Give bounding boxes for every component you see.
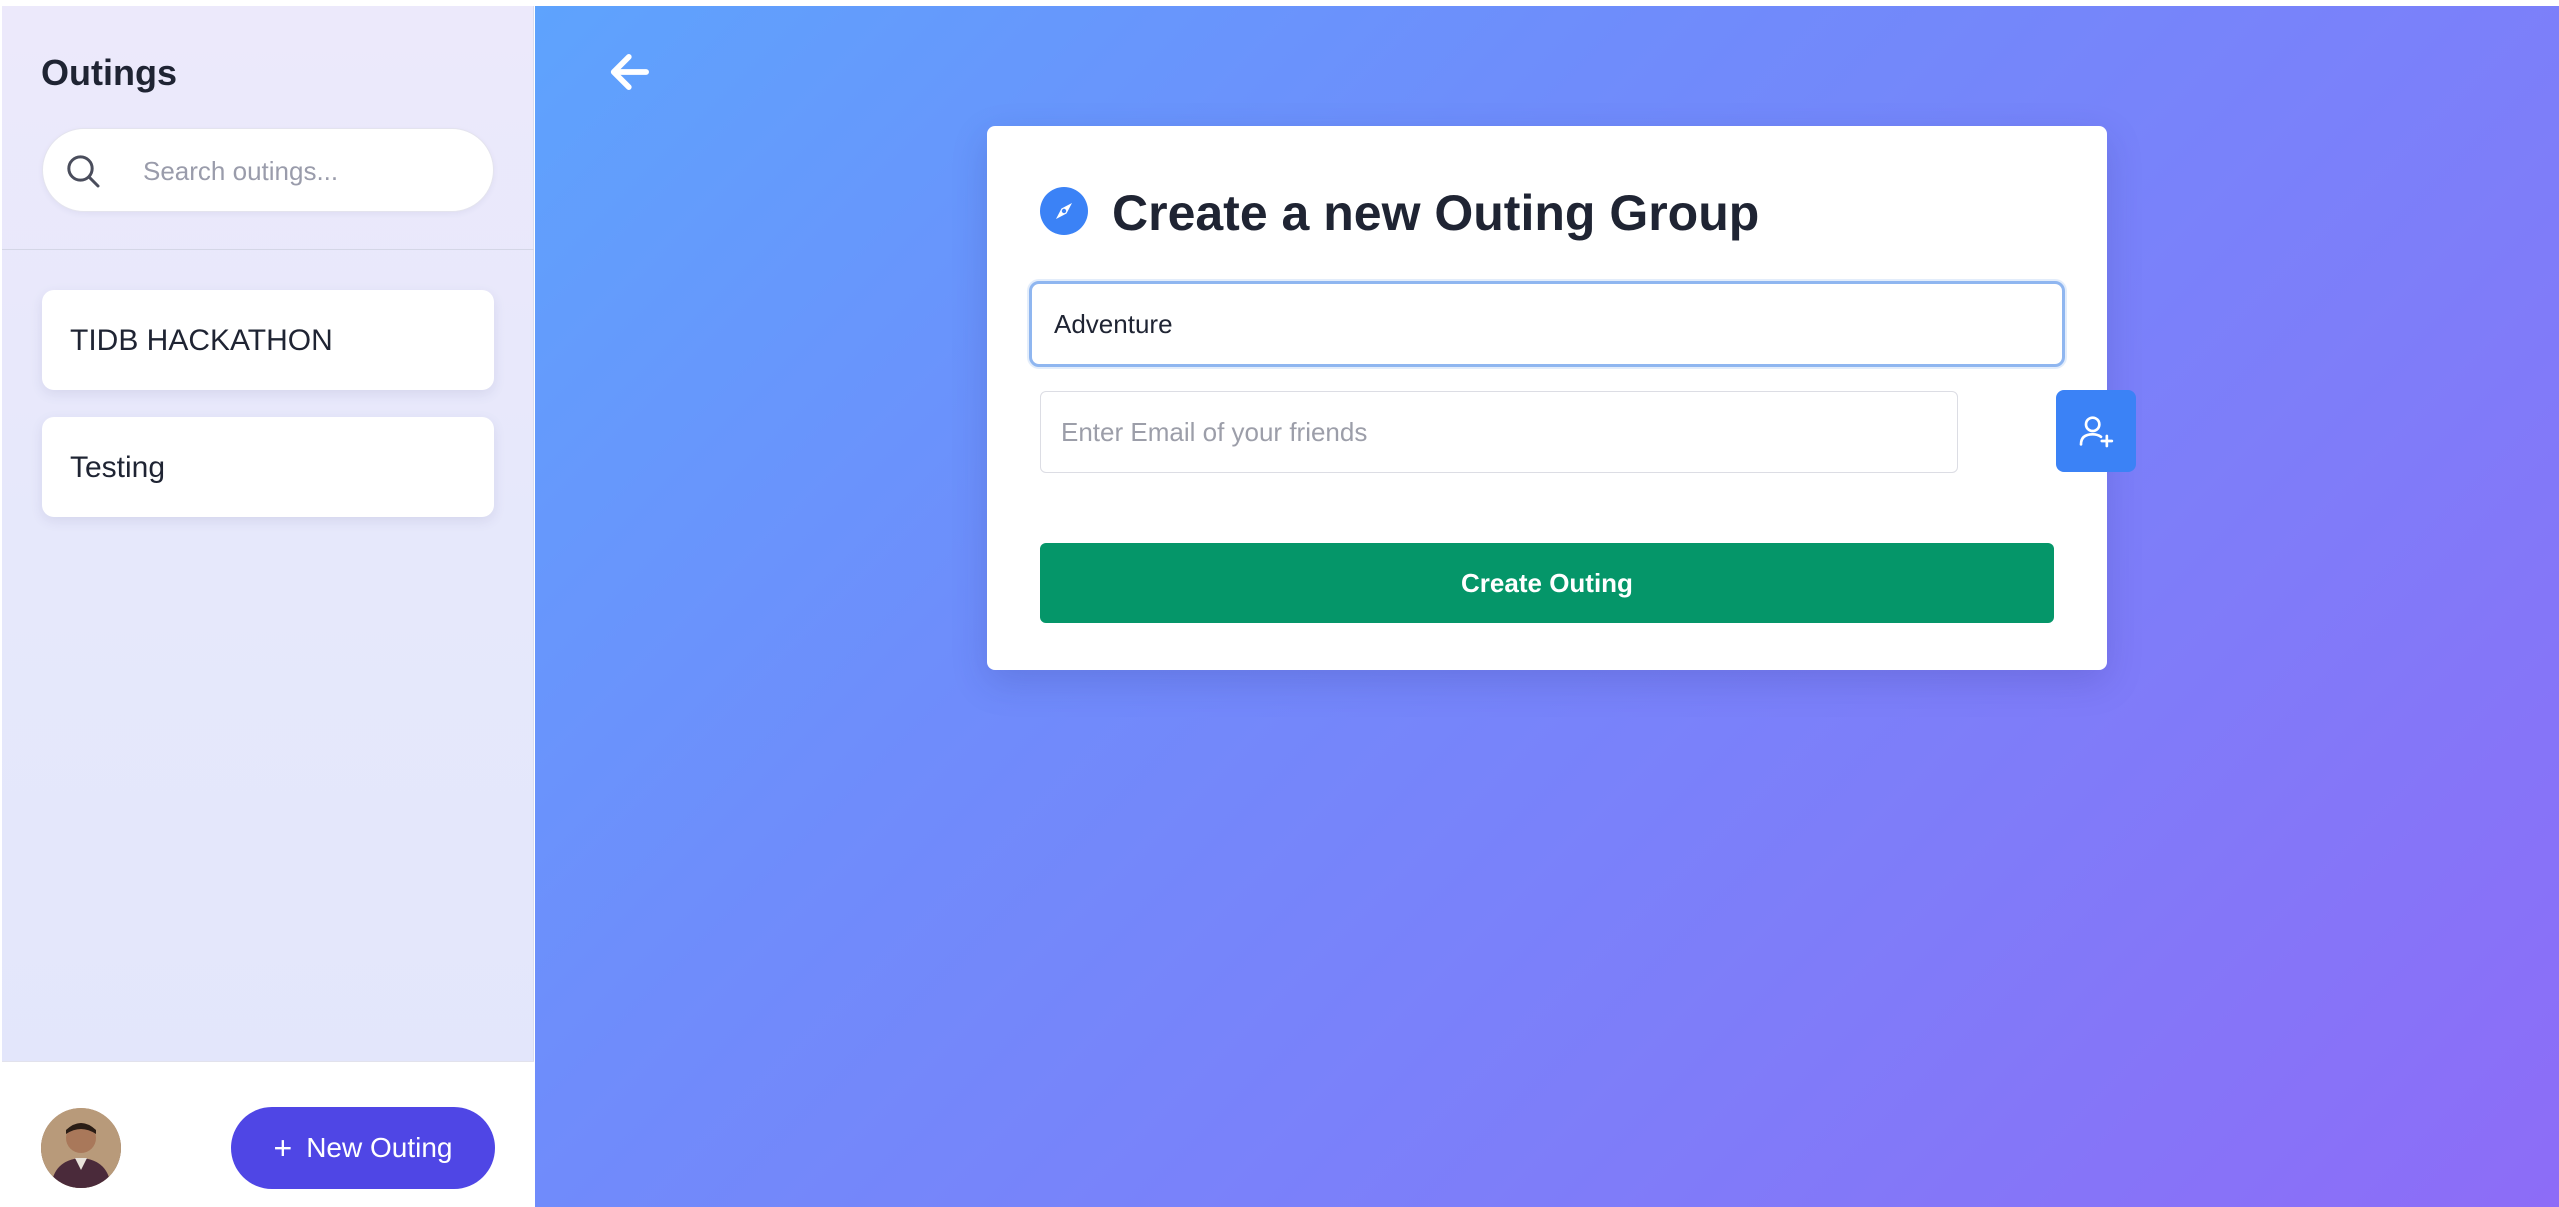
sidebar-item-label: Testing xyxy=(70,451,166,484)
search-box[interactable] xyxy=(42,128,494,212)
compass-icon xyxy=(1040,187,1088,235)
sidebar-title: Outings xyxy=(41,52,177,93)
main-area: Create a new Outing Group Create Outing xyxy=(535,6,2559,1207)
user-plus-icon xyxy=(2079,416,2114,448)
sidebar-item-label: TIDB HACKATHON xyxy=(70,324,333,357)
sidebar-divider xyxy=(2,249,534,250)
plus-icon: + xyxy=(273,1130,293,1166)
sidebar-item-testing[interactable]: Testing xyxy=(42,417,494,517)
avatar-image xyxy=(41,1108,121,1188)
sidebar: Outings TIDB HACKATHON Testing xyxy=(2,6,534,1207)
app-window: Outings TIDB HACKATHON Testing xyxy=(0,0,2559,1207)
friend-email-input[interactable] xyxy=(1040,391,1958,473)
sidebar-footer: + New Outing xyxy=(2,1061,534,1207)
search-input[interactable] xyxy=(143,147,473,195)
new-outing-label: New Outing xyxy=(306,1132,453,1163)
search-icon xyxy=(67,155,100,188)
arrow-left-icon[interactable] xyxy=(605,46,657,98)
outing-name-input[interactable] xyxy=(1029,281,2065,367)
sidebar-item-tidb-hackathon[interactable]: TIDB HACKATHON xyxy=(42,290,494,390)
avatar[interactable] xyxy=(41,1108,121,1188)
card-title: Create a new Outing Group xyxy=(1112,185,1760,241)
create-outing-card: Create a new Outing Group Create Outing xyxy=(987,126,2136,670)
add-friend-button[interactable] xyxy=(2056,390,2136,472)
create-outing-button[interactable]: Create Outing xyxy=(1040,543,2054,623)
new-outing-button[interactable]: + New Outing xyxy=(231,1107,495,1189)
